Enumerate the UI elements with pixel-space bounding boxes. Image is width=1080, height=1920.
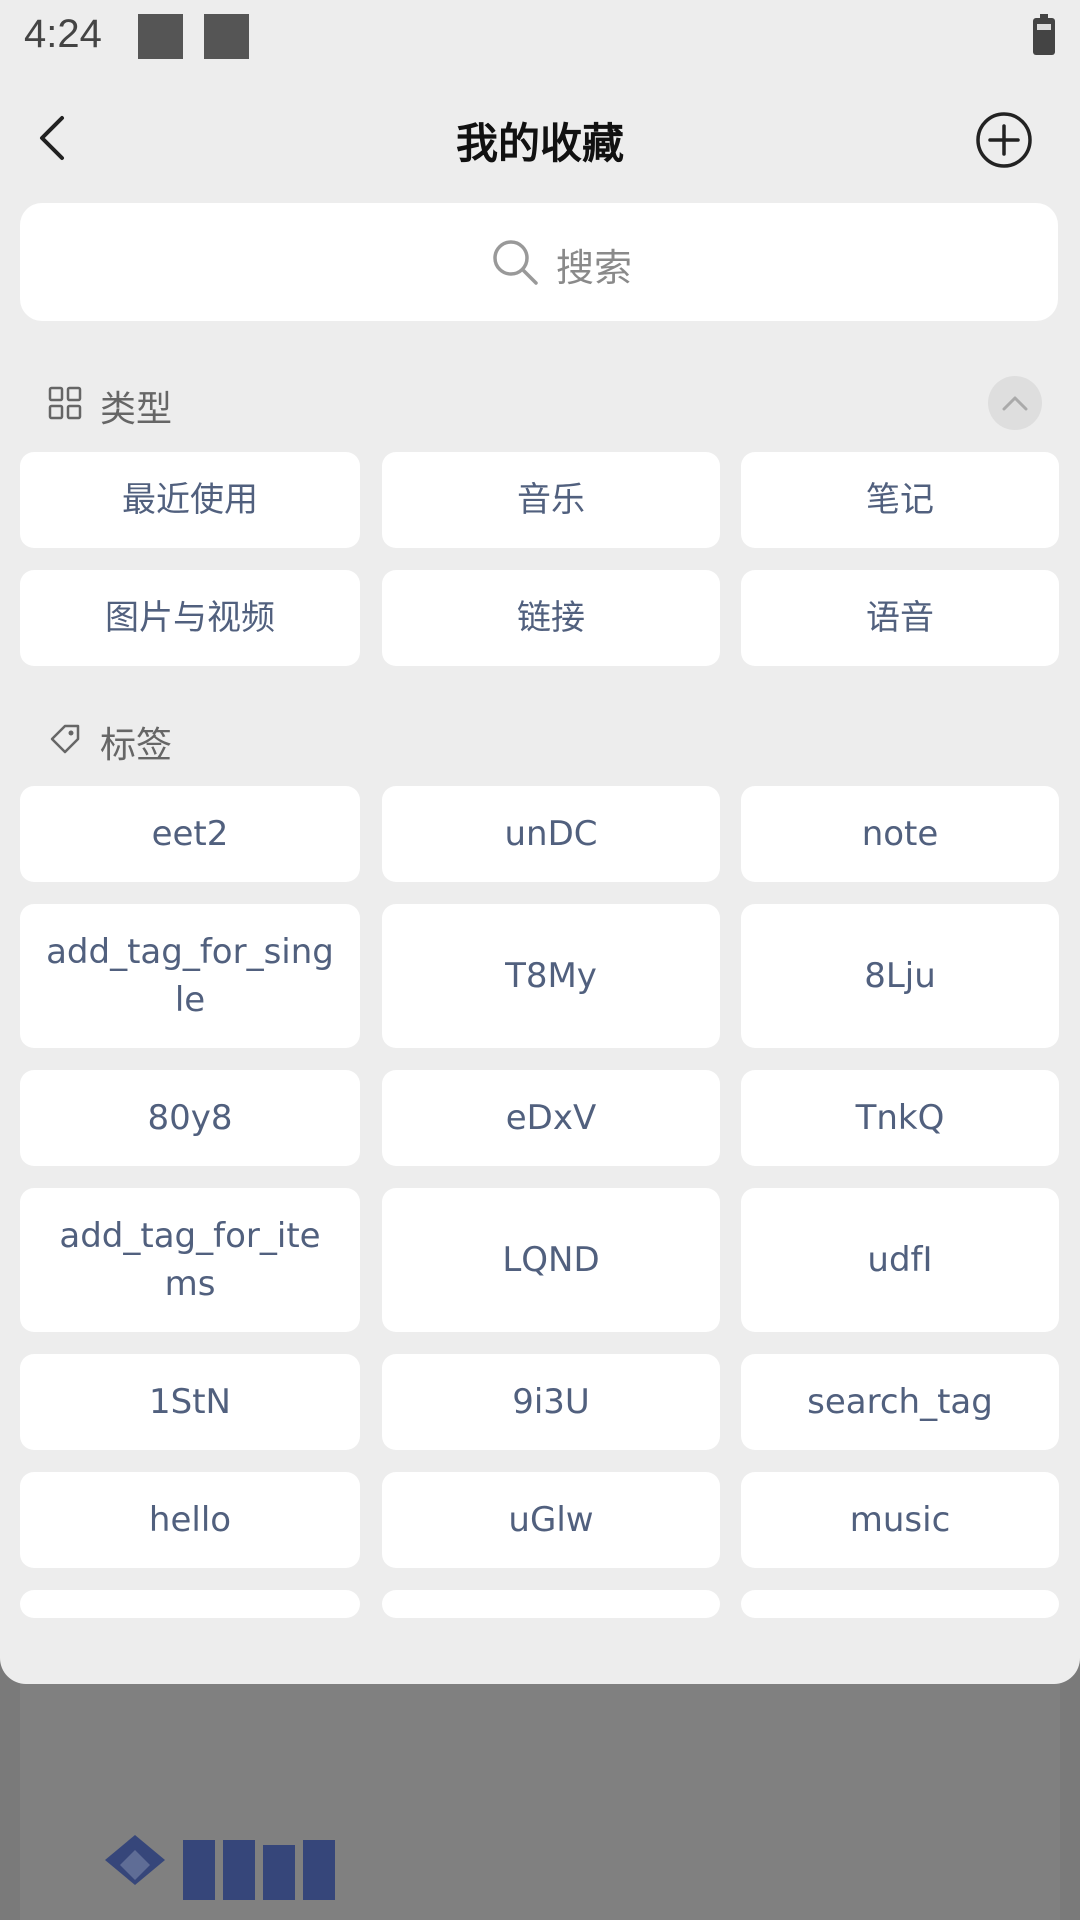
tag-chip[interactable]: udfI	[741, 1188, 1059, 1332]
tag-chip[interactable]: hello	[20, 1472, 360, 1568]
status-bar: 4:24	[0, 0, 1080, 76]
tag-chip[interactable]: 1StN	[20, 1354, 360, 1450]
tag-icon	[50, 724, 80, 754]
tag-chip[interactable]: 80y8	[20, 1070, 360, 1166]
tag-chip[interactable]: music	[741, 1472, 1059, 1568]
type-chip-links[interactable]: 链接	[382, 570, 720, 666]
tag-chip[interactable]: note	[741, 786, 1059, 882]
chevron-up-icon	[1002, 396, 1028, 411]
tag-chip[interactable]: eet2	[20, 786, 360, 882]
tag-chip-partial[interactable]	[741, 1590, 1059, 1618]
tag-chip[interactable]: search_tag	[741, 1354, 1059, 1450]
types-section-header: 类型	[48, 378, 248, 430]
background-logo	[105, 1835, 335, 1900]
status-time: 4:24	[24, 12, 102, 56]
battery-icon	[1033, 14, 1055, 55]
notification-icon	[138, 14, 183, 59]
tag-chip[interactable]: eDxV	[382, 1070, 720, 1166]
tag-chip[interactable]: LQND	[382, 1188, 720, 1332]
tag-chip[interactable]: 8Lju	[741, 904, 1059, 1048]
tag-chip[interactable]: uGlw	[382, 1472, 720, 1568]
tag-chip-partial[interactable]	[20, 1590, 360, 1618]
types-section-label: 类型	[100, 389, 173, 430]
search-icon	[493, 240, 538, 285]
tag-chip[interactable]: unDC	[382, 786, 720, 882]
tag-chip[interactable]: add_tag_for_items	[20, 1188, 360, 1332]
tag-chip[interactable]: T8My	[382, 904, 720, 1048]
grid-icon	[48, 386, 82, 420]
collapse-types-button[interactable]	[988, 376, 1042, 430]
search-placeholder: 搜索	[556, 246, 633, 290]
page-title: 我的收藏	[455, 119, 624, 168]
tags-section-label: 标签	[100, 725, 173, 766]
tag-chip[interactable]: add_tag_for_single	[20, 904, 360, 1048]
tag-chip[interactable]: 9i3U	[382, 1354, 720, 1450]
search-input[interactable]: 搜索	[20, 203, 1058, 321]
notification-icon	[204, 14, 249, 59]
type-chip-recent[interactable]: 最近使用	[20, 452, 360, 548]
tags-section-header: 标签	[48, 714, 248, 766]
type-chip-images-videos[interactable]: 图片与视频	[20, 570, 360, 666]
tag-chip[interactable]: TnkQ	[741, 1070, 1059, 1166]
add-favorite-button[interactable]	[974, 110, 1034, 170]
type-chip-music[interactable]: 音乐	[382, 452, 720, 548]
type-chip-voice[interactable]: 语音	[741, 570, 1059, 666]
tag-chip-partial[interactable]	[382, 1590, 720, 1618]
favorites-sheet: 4:24 我的收藏 搜索 类型 最近使用 音乐 笔记 图片与视频 链接 语音 标…	[0, 0, 1080, 1684]
type-chip-notes[interactable]: 笔记	[741, 452, 1059, 548]
plus-circle-icon	[976, 112, 1032, 168]
